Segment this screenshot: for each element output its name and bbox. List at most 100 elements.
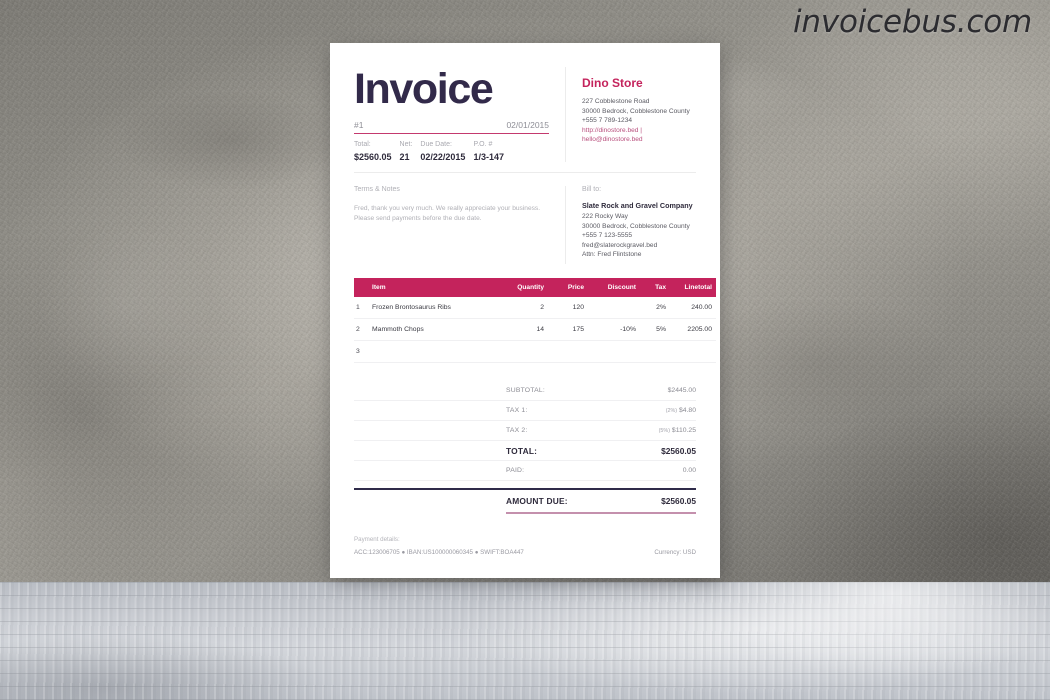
column-index — [354, 278, 368, 297]
tax2-percent: (5%) — [658, 428, 671, 434]
invoice-scene: invoicebus.com Invoice #1 02/01/2015 Tot… — [0, 0, 1050, 700]
company-address: 227 Cobblestone Road 30000 Bedrock, Cobb… — [582, 97, 696, 145]
row-linetotal: 240.00 — [670, 297, 716, 319]
line-items-header: Item Quantity Price Discount Tax Linetot… — [354, 278, 716, 297]
row-linetotal — [670, 340, 716, 363]
invoice-header: Invoice #1 02/01/2015 Total: $2560.05 Ne… — [354, 67, 696, 173]
tax2-label: TAX 2: — [506, 427, 528, 434]
row-price: 120 — [548, 297, 588, 319]
meta-net-label: Net: — [399, 141, 413, 148]
table-row[interactable]: 1 Frozen Brontosaurus Ribs 2 120 2% 240.… — [354, 297, 716, 319]
meta-total: Total: $2560.05 — [354, 141, 392, 162]
bill-to-phone: +555 7 123-5555 — [582, 232, 633, 240]
row-linetotal: 2205.00 — [670, 318, 716, 341]
meta-po-label: P.O. # — [473, 141, 493, 148]
column-quantity: Quantity — [496, 278, 548, 297]
meta-due-date-label: Due Date: — [420, 141, 452, 148]
table-row[interactable]: 2 Mammoth Chops 14 175 -10% 5% 2205.00 — [354, 318, 716, 341]
bill-to-label: Bill to: — [582, 186, 602, 193]
row-item: Frozen Brontosaurus Ribs — [368, 297, 496, 319]
invoice-date: 02/01/2015 — [506, 120, 549, 130]
terms-label: Terms & Notes — [354, 186, 400, 193]
paid-row: PAID: 0.00 — [354, 461, 696, 481]
floor-highlight — [0, 582, 1050, 700]
row-quantity — [496, 340, 548, 363]
row-item — [368, 340, 496, 363]
terms-body-line-1: Fred, thank you very much. We really app… — [354, 205, 541, 212]
payment-details-block: Payment details: ACC:123006705 ● IBAN:US… — [354, 536, 524, 556]
company-email-link[interactable]: hello@dinostore.bed — [582, 135, 696, 145]
invoice-paper: Invoice #1 02/01/2015 Total: $2560.05 Ne… — [330, 43, 720, 578]
amount-due-value: $2560.05 — [661, 496, 696, 506]
bill-to-address: 222 Rocky Way 30000 Bedrock, Cobblestone… — [582, 212, 696, 260]
tax2-amount: $110.25 — [671, 427, 696, 434]
bill-to-line-1: 222 Rocky Way — [582, 213, 628, 220]
bill-to-name: Slate Rock and Gravel Company — [582, 201, 693, 210]
amount-due-row: AMOUNT DUE: $2560.05 — [354, 490, 696, 512]
meta-net: Net: 21 — [400, 141, 413, 162]
tax1-percent: (2%) — [665, 408, 678, 414]
company-address-line-1: 227 Cobblestone Road — [582, 98, 650, 105]
row-quantity: 2 — [496, 297, 548, 319]
currency-label: Currency: USD — [654, 549, 696, 557]
tax1-amount: $4.80 — [678, 407, 696, 414]
subtotal-label: SUBTOTAL: — [506, 387, 545, 394]
row-tax: 5% — [640, 318, 670, 341]
meta-po: P.O. # 1/3-147 — [473, 141, 504, 162]
invoice-footer: Payment details: ACC:123006705 ● IBAN:US… — [354, 536, 696, 556]
row-tax — [640, 340, 670, 363]
line-items-table: Item Quantity Price Discount Tax Linetot… — [354, 278, 716, 363]
meta-total-value: $2560.05 — [354, 152, 392, 162]
subtotal-value: $2445.00 — [667, 387, 696, 394]
row-discount — [588, 340, 640, 363]
row-price — [548, 340, 588, 363]
paid-value: 0.00 — [682, 467, 696, 474]
watermark-text: invoicebus.com — [792, 4, 1032, 40]
total-row: TOTAL: $2560.05 — [354, 441, 696, 461]
invoice-meta-row: Total: $2560.05 Net: 21 Due Date: 02/22/… — [354, 141, 549, 162]
invoice-mid-section: Terms & Notes Fred, thank you very much.… — [354, 173, 696, 278]
terms-body-line-2: Please send payments before the due date… — [354, 214, 482, 222]
company-name: Dino Store — [582, 76, 643, 90]
payment-details-line: ACC:123006705 ● IBAN:US100000060345 ● SW… — [354, 549, 524, 557]
table-row[interactable]: 3 — [354, 340, 716, 363]
subtotal-row: SUBTOTAL: $2445.00 — [354, 381, 696, 401]
paid-label: PAID: — [506, 467, 525, 474]
total-label: TOTAL: — [506, 445, 538, 456]
bill-to-block: Bill to: Slate Rock and Gravel Company 2… — [566, 186, 696, 264]
total-value: $2560.05 — [661, 445, 696, 456]
company-phone: +555 7 789-1234 — [582, 117, 633, 125]
table-header-row: Item Quantity Price Discount Tax Linetot… — [354, 278, 716, 297]
company-block: Dino Store 227 Cobblestone Road 30000 Be… — [566, 67, 696, 162]
invoice-number: #1 — [354, 120, 364, 130]
column-price: Price — [548, 278, 588, 297]
company-website-link[interactable]: http://dinostore.bed | — [582, 126, 696, 136]
row-index: 3 — [354, 340, 368, 363]
row-index: 2 — [354, 318, 368, 341]
column-linetotal: Linetotal — [670, 278, 716, 297]
row-item: Mammoth Chops — [368, 318, 496, 341]
bill-to-attn: Attn: Fred Flintstone — [582, 251, 642, 259]
bill-to-line-2: 30000 Bedrock, Cobblestone County — [582, 222, 690, 230]
column-item: Item — [368, 278, 496, 297]
company-address-line-2: 30000 Bedrock, Cobblestone County — [582, 107, 690, 115]
meta-due-date: Due Date: 02/22/2015 — [420, 141, 465, 162]
page-title: Invoice — [354, 65, 494, 113]
tax2-row: TAX 2: (5%) $110.25 — [354, 421, 696, 441]
meta-total-label: Total: — [354, 141, 371, 148]
row-discount — [588, 297, 640, 319]
row-index: 1 — [354, 297, 368, 319]
tax2-value: (5%) $110.25 — [616, 427, 696, 434]
invoice-number-row: #1 02/01/2015 — [354, 120, 549, 134]
amount-due-underline — [506, 512, 696, 515]
invoice-header-left: Invoice #1 02/01/2015 Total: $2560.05 Ne… — [354, 67, 566, 162]
payment-details-label: Payment details: — [354, 536, 400, 544]
row-tax: 2% — [640, 297, 670, 319]
tax1-value: (2%) $4.80 — [616, 407, 696, 414]
terms-block: Terms & Notes Fred, thank you very much.… — [354, 186, 566, 264]
amount-due-label: AMOUNT DUE: — [506, 496, 568, 506]
column-tax: Tax — [640, 278, 670, 297]
row-price: 175 — [548, 318, 588, 341]
row-discount: -10% — [588, 318, 640, 341]
bill-to-email[interactable]: fred@slaterockgravel.bed — [582, 241, 696, 251]
